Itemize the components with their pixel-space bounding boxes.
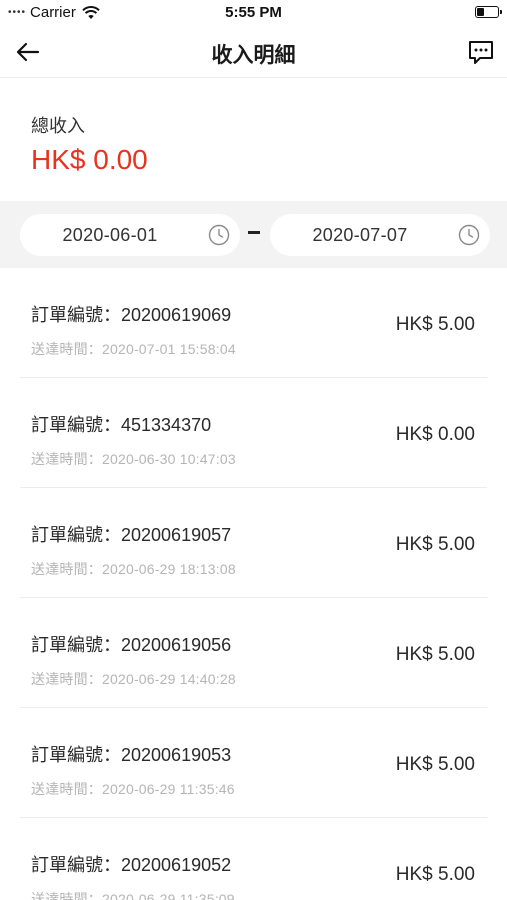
order-number: 訂單編號：20200619053 [31, 745, 232, 765]
delivery-time: 送達時間：2020-06-29 14:40:28 [31, 671, 236, 687]
order-row[interactable]: 訂單編號：20200619052 送達時間：2020-06-29 11:35:0… [20, 818, 487, 900]
order-amount: HK$ 0.00 [395, 424, 475, 445]
status-bar: •••• Carrier 5:55 PM [0, 0, 507, 26]
delivery-time: 送達時間：2020-06-29 11:35:09 [31, 891, 235, 900]
date-range-filter: 2020-06-01 2020-07-07 [0, 201, 507, 268]
delivery-time: 送達時間：2020-06-29 18:13:08 [31, 561, 236, 577]
order-number: 訂單編號：20200619069 [31, 305, 232, 325]
end-date-value: 2020-07-07 [312, 225, 408, 245]
total-income-amount: HK$ 0.00 [31, 144, 148, 175]
order-row[interactable]: 訂單編號：451334370 送達時間：2020-06-30 10:47:03 … [20, 378, 487, 488]
income-summary: 總收入 HK$ 0.00 [0, 79, 507, 201]
start-date-value: 2020-06-01 [62, 225, 158, 245]
total-income-label: 總收入 [31, 116, 85, 136]
start-date-picker[interactable]: 2020-06-01 [20, 214, 240, 256]
nav-bar: 收入明細 [0, 26, 507, 78]
chat-bubble-icon[interactable] [467, 38, 495, 66]
range-separator [248, 231, 260, 234]
order-number: 訂單編號：20200619052 [31, 855, 232, 875]
battery-icon [475, 6, 502, 18]
battery-fill [477, 8, 484, 16]
order-row[interactable]: 訂單編號：20200619053 送達時間：2020-06-29 11:35:4… [20, 708, 487, 818]
delivery-time: 送達時間：2020-06-29 11:35:46 [31, 781, 235, 797]
status-time: 5:55 PM [225, 4, 282, 21]
order-amount: HK$ 5.00 [395, 754, 475, 775]
end-date-picker[interactable]: 2020-07-07 [270, 214, 490, 256]
order-amount: HK$ 5.00 [395, 644, 475, 665]
order-list: 訂單編號：20200619069 送達時間：2020-07-01 15:58:0… [0, 268, 507, 900]
order-number: 訂單編號：451334370 [31, 415, 212, 435]
order-amount: HK$ 5.00 [395, 314, 475, 335]
delivery-time: 送達時間：2020-07-01 15:58:04 [31, 341, 236, 357]
order-amount: HK$ 5.00 [395, 864, 475, 885]
order-number: 訂單編號：20200619057 [31, 525, 232, 545]
delivery-time: 送達時間：2020-06-30 10:47:03 [31, 451, 236, 467]
order-amount: HK$ 5.00 [395, 534, 475, 555]
order-row[interactable]: 訂單編號：20200619069 送達時間：2020-07-01 15:58:0… [20, 268, 487, 378]
page-title: 收入明細 [211, 44, 296, 67]
order-row[interactable]: 訂單編號：20200619056 送達時間：2020-06-29 14:40:2… [20, 598, 487, 708]
clock-icon [208, 224, 230, 246]
order-number: 訂單編號：20200619056 [31, 635, 232, 655]
clock-icon [458, 224, 480, 246]
order-row[interactable]: 訂單編號：20200619057 送達時間：2020-06-29 18:13:0… [20, 488, 487, 598]
